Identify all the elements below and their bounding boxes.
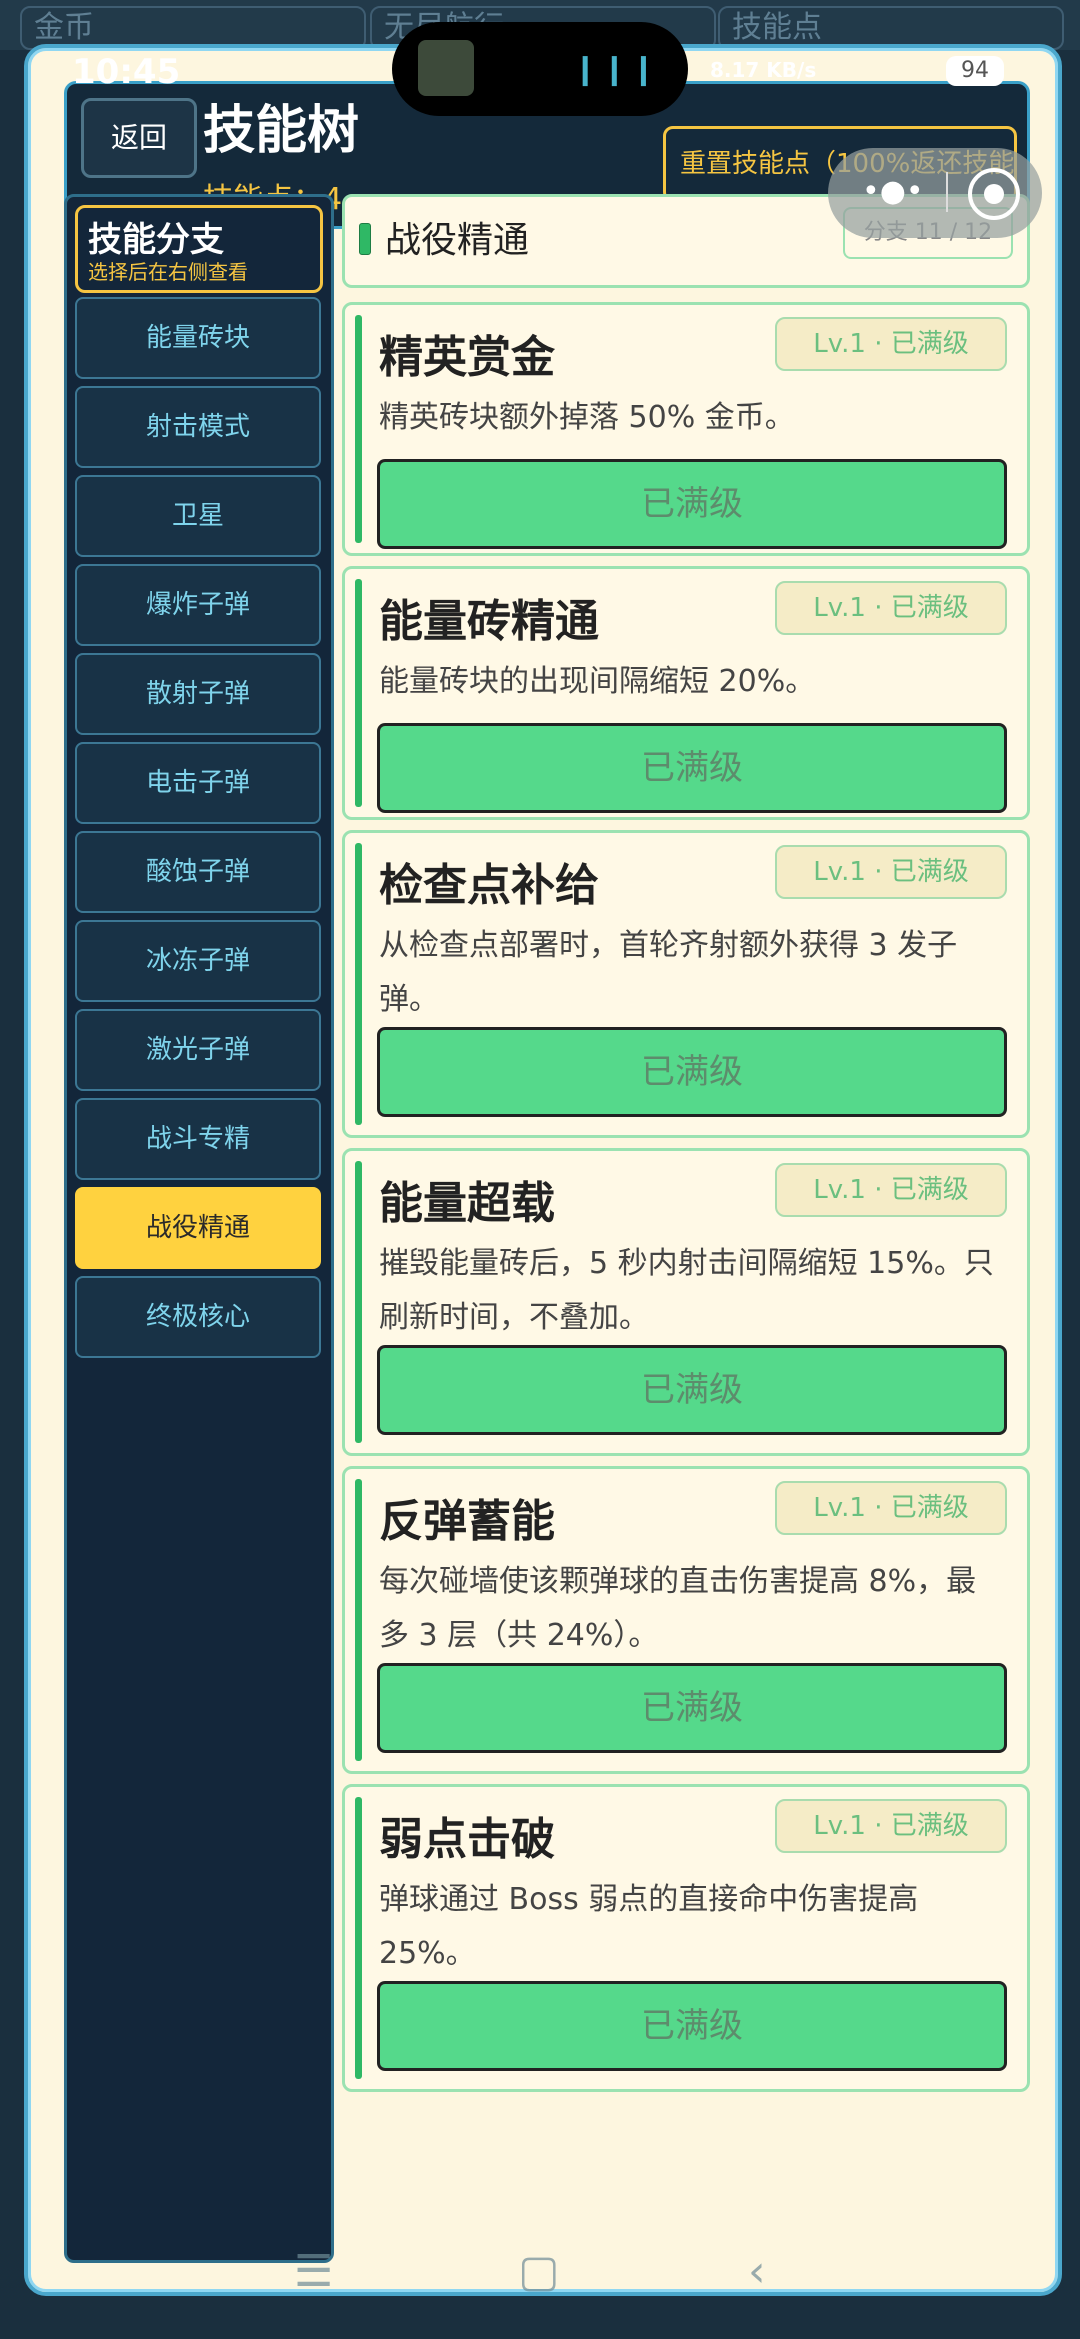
sidebar-item-shock-bullet[interactable]: 电击子弹 [75, 742, 321, 824]
skill-card: 精英赏金 Lv.1 · 已满级 精英砖块额外掉落 50% 金币。 已满级 [342, 302, 1030, 556]
skill-maxed-button[interactable]: 已满级 [377, 1345, 1007, 1435]
sidebar-item-combat-mastery[interactable]: 战斗专精 [75, 1098, 321, 1180]
skill-name: 能量超载 [379, 1178, 555, 1229]
skill-level-badge: Lv.1 · 已满级 [775, 1163, 1007, 1217]
page-title: 技能树 [203, 101, 360, 161]
back-button[interactable]: 返回 [81, 98, 197, 178]
skill-maxed-button[interactable]: 已满级 [377, 1981, 1007, 2071]
media-thumbnail [418, 40, 474, 96]
network-speed: 8.17 KB/s [710, 58, 817, 82]
skill-card: 检查点补给 Lv.1 · 已满级 从检查点部署时，首轮齐射额外获得 3 发子弹。… [342, 830, 1030, 1138]
sidebar-item-scatter-bullet[interactable]: 散射子弹 [75, 653, 321, 735]
sidebar-item-laser-bullet[interactable]: 激光子弹 [75, 1009, 321, 1091]
skill-description: 弹球通过 Boss 弱点的直接命中伤害提高 25%。 [379, 1882, 919, 1971]
skill-description: 每次碰墙使该颗弹球的直击伤害提高 8%，最多 3 层（共 24%）。 [379, 1564, 977, 1653]
branch-sidebar-subtitle: 选择后在右侧查看 [88, 260, 248, 284]
capsule-divider [946, 172, 948, 212]
menu-icon[interactable]: ☰ [294, 2246, 333, 2297]
dynamic-island[interactable]: ❙❙❙ [392, 22, 688, 116]
skill-card-stripe [355, 1161, 362, 1443]
system-nav-bar: ☰ ▢ ‹ [0, 2240, 1080, 2310]
sidebar-item-ultimate-core[interactable]: 终极核心 [75, 1276, 321, 1358]
branch-marker-icon [359, 223, 371, 255]
skill-name: 精英赏金 [379, 332, 555, 383]
skill-description: 能量砖块的出现间隔缩短 20%。 [379, 664, 816, 699]
skill-maxed-button[interactable]: 已满级 [377, 1027, 1007, 1117]
branch-sidebar-title: 技能分支 [88, 220, 224, 260]
skill-maxed-button[interactable]: 已满级 [377, 1663, 1007, 1753]
sidebar-item-satellite[interactable]: 卫星 [75, 475, 321, 557]
home-square-icon[interactable]: ▢ [518, 2246, 560, 2297]
skill-card: 反弹蓄能 Lv.1 · 已满级 每次碰墙使该颗弹球的直击伤害提高 8%，最多 3… [342, 1466, 1030, 1774]
skill-level-badge: Lv.1 · 已满级 [775, 581, 1007, 635]
sidebar-item-explosive-bullet[interactable]: 爆炸子弹 [75, 564, 321, 646]
more-dots-icon[interactable]: •●• [862, 174, 924, 209]
skill-description: 摧毁能量砖后，5 秒内射击间隔缩短 15%。只刷新时间，不叠加。 [379, 1246, 994, 1335]
skill-card: 能量超载 Lv.1 · 已满级 摧毁能量砖后，5 秒内射击间隔缩短 15%。只刷… [342, 1148, 1030, 1456]
status-time: 10:45 [72, 52, 181, 92]
skill-description: 精英砖块额外掉落 50% 金币。 [379, 400, 795, 435]
skill-card-stripe [355, 579, 362, 807]
skill-maxed-button[interactable]: 已满级 [377, 723, 1007, 813]
skill-level-badge: Lv.1 · 已满级 [775, 317, 1007, 371]
close-circle-icon[interactable] [968, 168, 1020, 220]
skill-card-stripe [355, 843, 362, 1125]
miniprogram-capsule: •●• [828, 148, 1042, 238]
back-chevron-icon[interactable]: ‹ [748, 2246, 766, 2297]
skill-level-badge: Lv.1 · 已满级 [775, 1799, 1007, 1853]
sidebar-item-acid-bullet[interactable]: 酸蚀子弹 [75, 831, 321, 913]
skill-name: 能量砖精通 [379, 596, 599, 647]
skill-name: 弱点击破 [379, 1814, 555, 1865]
skill-card-stripe [355, 1797, 362, 2079]
sidebar-item-freeze-bullet[interactable]: 冰冻子弹 [75, 920, 321, 1002]
branch-sidebar: 技能分支 选择后在右侧查看 能量砖块 射击模式 卫星 爆炸子弹 散射子弹 电击子… [64, 194, 334, 2263]
skill-name: 检查点补给 [379, 860, 599, 911]
audio-wave-icon: ❙❙❙ [572, 52, 660, 87]
skill-name: 反弹蓄能 [379, 1496, 555, 1547]
skill-tree-panel: 返回 技能树 技能点：4 重置技能点（100%返还技能点） 技能分支 选择后在右… [24, 44, 1062, 2296]
skill-maxed-button[interactable]: 已满级 [377, 459, 1007, 549]
sidebar-item-campaign-mastery[interactable]: 战役精通 [75, 1187, 321, 1269]
battery-indicator: 94 [946, 56, 1004, 86]
skill-card-stripe [355, 1479, 362, 1761]
skill-card: 能量砖精通 Lv.1 · 已满级 能量砖块的出现间隔缩短 20%。 已满级 [342, 566, 1030, 820]
skill-level-badge: Lv.1 · 已满级 [775, 1481, 1007, 1535]
branch-name: 战役精通 [385, 220, 530, 261]
skill-description: 从检查点部署时，首轮齐射额外获得 3 发子弹。 [379, 928, 958, 1017]
skill-level-badge: Lv.1 · 已满级 [775, 845, 1007, 899]
skill-card-stripe [355, 315, 362, 543]
sidebar-item-shooting-mode[interactable]: 射击模式 [75, 386, 321, 468]
branch-sidebar-header: 技能分支 选择后在右侧查看 [75, 205, 323, 293]
sidebar-item-energy-brick[interactable]: 能量砖块 [75, 297, 321, 379]
skill-card: 弱点击破 Lv.1 · 已满级 弹球通过 Boss 弱点的直接命中伤害提高 25… [342, 1784, 1030, 2092]
